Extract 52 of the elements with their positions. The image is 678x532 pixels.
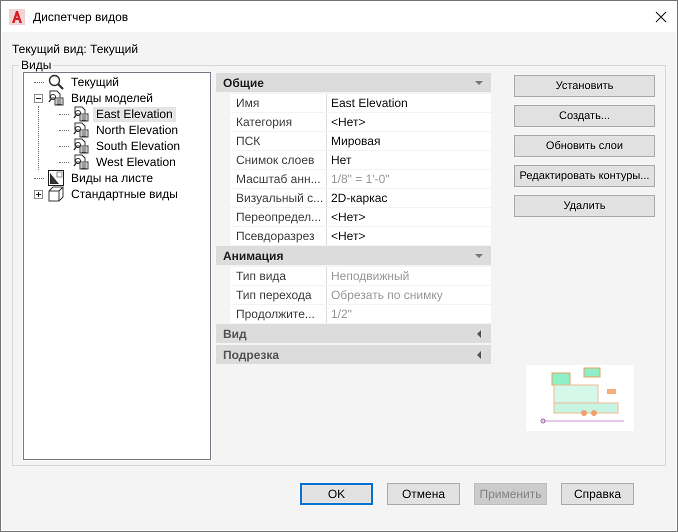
property-name: Снимок слоев (230, 151, 327, 169)
property-value[interactable]: East Elevation (327, 94, 491, 112)
property-value[interactable]: <Нет> (327, 113, 491, 131)
property-name: Тип вида (230, 267, 327, 285)
action-button[interactable]: Редактировать контуры... (514, 165, 655, 187)
tree-item[interactable]: Виды на листе (68, 170, 156, 186)
action-button[interactable]: Удалить (514, 195, 655, 217)
dialog-button[interactable]: OK (300, 483, 373, 505)
property-name: ПСК (230, 132, 327, 150)
property-value[interactable]: Нет (327, 151, 491, 169)
property-value[interactable]: 2D-каркас (327, 189, 491, 207)
current-view-label: Текущий вид: Текущий (12, 42, 140, 56)
tree-item[interactable]: Текущий (68, 74, 122, 90)
tree-item[interactable]: East Elevation (93, 106, 176, 122)
property-value[interactable]: <Нет> (327, 227, 491, 245)
action-button[interactable]: Обновить слои (514, 135, 655, 157)
tree-item[interactable]: Виды моделей (68, 90, 156, 106)
property-name: Категория (230, 113, 327, 131)
action-button[interactable]: Создать... (514, 105, 655, 127)
cube-icon (48, 186, 64, 202)
section-header[interactable]: Подрезка (216, 345, 491, 364)
group-label: Виды (20, 58, 52, 72)
dialog-button[interactable]: Справка (561, 483, 634, 505)
tree-item[interactable]: South Elevation (93, 138, 184, 154)
property-name: Имя (230, 94, 327, 112)
section-header[interactable]: Общие (216, 73, 491, 92)
tree-item[interactable]: West Elevation (93, 154, 179, 170)
property-name: Псевдоразрез (230, 227, 327, 245)
property-name: Визуальный с... (230, 189, 327, 207)
section-header[interactable]: Анимация (216, 246, 491, 265)
tree-item[interactable]: North Elevation (93, 122, 182, 138)
view-list-icon (73, 106, 89, 122)
property-name: Переопредел... (230, 208, 327, 226)
property-name: Тип перехода (230, 286, 327, 304)
action-button[interactable]: Установить (514, 75, 655, 97)
view-list-icon (73, 122, 89, 138)
window-title: Диспетчер видов (33, 10, 130, 24)
section-header[interactable]: Вид (216, 324, 491, 343)
property-name: Масштаб анн... (230, 170, 327, 188)
expand-icon[interactable] (34, 190, 43, 198)
property-name: Продолжите... (230, 305, 327, 323)
property-value[interactable]: Мировая (327, 132, 491, 150)
collapse-icon[interactable] (34, 94, 43, 102)
close-icon[interactable] (655, 10, 667, 22)
view-list-icon (48, 90, 64, 106)
view-list-icon (73, 138, 89, 154)
view-list-icon (73, 154, 89, 170)
app-logo-icon (9, 8, 25, 24)
property-value[interactable]: <Нет> (327, 208, 491, 226)
dialog-button[interactable]: Отмена (387, 483, 460, 505)
tree-item[interactable]: Стандартные виды (68, 186, 181, 202)
sheet-icon (48, 170, 64, 186)
